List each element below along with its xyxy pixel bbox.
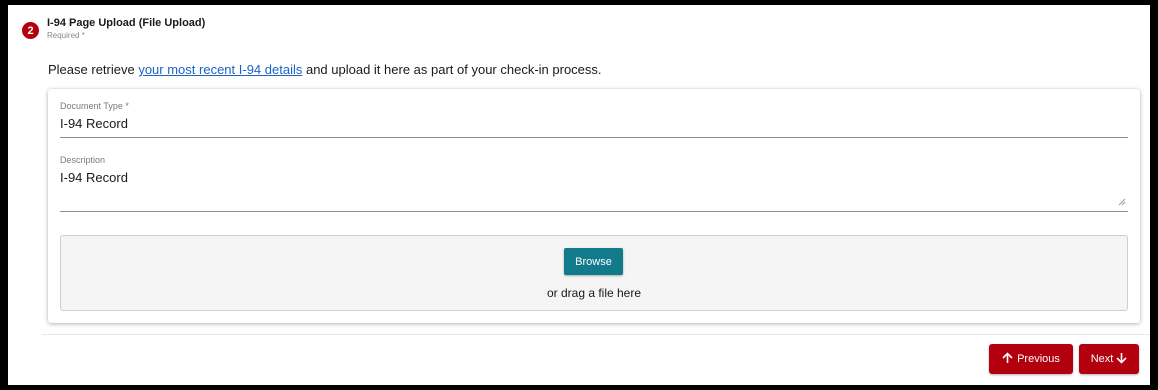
arrow-up-icon — [1002, 352, 1013, 366]
description-underline — [60, 211, 1128, 212]
next-button[interactable]: Next — [1079, 344, 1139, 374]
document-form-card: Document Type * I-94 Record Description … — [48, 89, 1140, 323]
previous-label: Previous — [1017, 353, 1060, 365]
required-indicator: Required * — [47, 31, 85, 40]
previous-button[interactable]: Previous — [989, 344, 1073, 374]
instruction-suffix: and upload it here as part of your check… — [302, 62, 602, 77]
resize-handle-icon[interactable] — [1118, 198, 1126, 206]
description-label: Description — [60, 155, 106, 165]
step-heading: I-94 Page Upload (File Upload) Required … — [47, 16, 205, 42]
next-label: Next — [1090, 353, 1114, 365]
file-dropzone[interactable]: Browse or drag a file here — [60, 235, 1128, 311]
description-field[interactable]: Description I-94 Record — [60, 154, 1128, 212]
i94-details-link[interactable]: your most recent I-94 details — [138, 62, 302, 77]
step-title: I-94 Page Upload (File Upload) — [47, 17, 206, 29]
step-number-badge: 2 — [22, 22, 39, 39]
document-type-field[interactable]: Document Type * I-94 Record — [60, 100, 1128, 138]
description-textarea[interactable]: I-94 Record — [60, 169, 1128, 186]
arrow-down-icon — [1116, 352, 1127, 366]
document-type-underline — [60, 137, 1128, 138]
document-type-value[interactable]: I-94 Record — [60, 115, 1128, 132]
document-type-label: Document Type * — [60, 101, 129, 111]
instruction-prefix: Please retrieve — [48, 62, 139, 77]
step-header: 2 I-94 Page Upload (File Upload) Require… — [22, 16, 205, 42]
upload-step-panel: 2 I-94 Page Upload (File Upload) Require… — [8, 5, 1150, 385]
browse-button[interactable]: Browse — [564, 248, 623, 275]
section-divider — [42, 334, 1150, 335]
instruction-text: Please retrieve your most recent I-94 de… — [48, 62, 602, 77]
drag-file-text: or drag a file here — [546, 286, 642, 300]
